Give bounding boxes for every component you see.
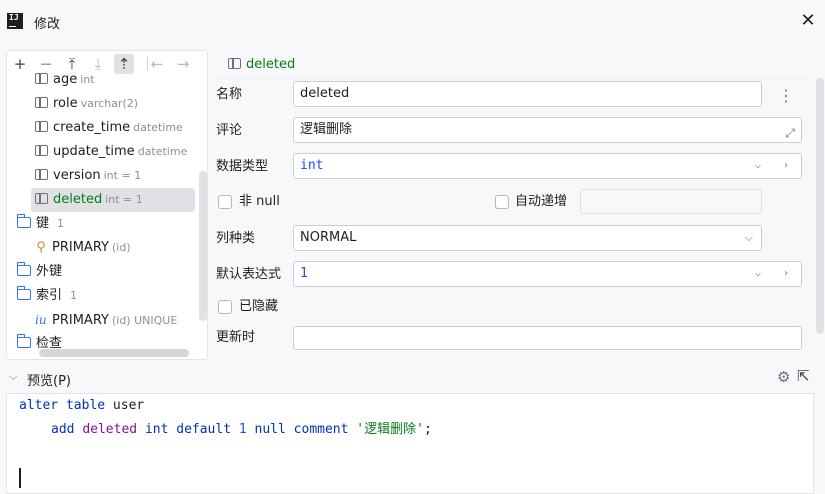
tree-item-column[interactable]: role varchar(2) bbox=[35, 92, 195, 116]
tree-vertical-scrollbar[interactable] bbox=[199, 171, 207, 321]
column-kind-select[interactable]: NORMAL ⌵ bbox=[293, 225, 762, 251]
header-divider bbox=[216, 78, 810, 79]
folder-icon bbox=[16, 334, 31, 348]
app-logo-icon: IJ bbox=[7, 13, 23, 29]
structure-tree-panel: + — ⤒ ⤓ ⇡ ← → age int role varchar(2) crea… bbox=[6, 50, 208, 360]
preview-title[interactable]: 预览(P) bbox=[27, 370, 71, 389]
not-null-label: 非 null bbox=[239, 194, 280, 209]
tree-item-primary-index[interactable]: iu PRIMARY (id) UNIQUE bbox=[35, 308, 177, 332]
window-title: 修改 bbox=[34, 17, 61, 32]
not-null-checkbox[interactable] bbox=[218, 195, 232, 209]
tree-folder-foreign-keys[interactable]: 外键 bbox=[16, 260, 62, 284]
tree-item-column[interactable]: create_time datetime bbox=[35, 116, 195, 140]
column-icon bbox=[35, 121, 48, 132]
column-icon bbox=[35, 97, 48, 108]
tree-folder-keys[interactable]: 键1 bbox=[16, 212, 64, 236]
auto-increment-checkbox[interactable] bbox=[495, 195, 509, 209]
key-icon: ⚲ bbox=[36, 240, 46, 255]
on-update-field[interactable] bbox=[293, 326, 802, 350]
hidden-label: 已隐藏 bbox=[239, 299, 279, 314]
name-field[interactable]: deleted bbox=[293, 81, 762, 107]
sql-preview-editor[interactable]: alter table user add deleted int default… bbox=[6, 393, 814, 494]
comment-label: 评论 bbox=[216, 123, 243, 138]
default-expr-label: 默认表达式 bbox=[216, 267, 282, 282]
on-update-label: 更新时 bbox=[216, 330, 256, 345]
close-button[interactable]: ✕ bbox=[799, 12, 817, 30]
tree-item-column[interactable]: update_time datetime bbox=[35, 140, 195, 164]
tree-item-column[interactable]: age int bbox=[35, 68, 195, 92]
text-caret bbox=[19, 468, 21, 488]
code-line-2: add deleted int default 1 null comment '… bbox=[51, 422, 432, 437]
column-header: deleted bbox=[228, 56, 295, 74]
chevron-down-icon[interactable]: ⌵ bbox=[9, 370, 17, 384]
folder-icon bbox=[16, 286, 31, 300]
index-icon: iu bbox=[35, 313, 47, 327]
more-options-icon[interactable]: ⋮ bbox=[778, 86, 794, 106]
title-bar: IJ 修改 ✕ bbox=[0, 0, 825, 44]
folder-icon bbox=[16, 214, 31, 228]
datatype-combo[interactable]: int ⌵ › bbox=[293, 153, 802, 179]
gear-icon[interactable]: ⚙ bbox=[777, 368, 790, 386]
auto-increment-field bbox=[580, 189, 762, 214]
add-icon[interactable]: + bbox=[10, 54, 30, 74]
code-line-1: alter table user bbox=[19, 398, 145, 413]
default-expr-combo[interactable]: 1 ⌵ › bbox=[293, 261, 802, 287]
open-external-icon[interactable]: ⇱ bbox=[797, 367, 810, 385]
preview-header: ⌵ 预览(P) ⚙ ⇱ bbox=[0, 367, 825, 390]
column-icon bbox=[35, 193, 48, 204]
hidden-checkbox[interactable] bbox=[218, 300, 232, 314]
column-kind-label: 列种类 bbox=[216, 231, 256, 246]
folder-icon bbox=[16, 262, 31, 276]
column-icon bbox=[228, 58, 241, 69]
comment-field[interactable]: 逻辑删除 ⤢ bbox=[293, 117, 802, 143]
tree-item-column-selected[interactable]: deleted int = 1 bbox=[31, 188, 195, 212]
editor-vertical-scrollbar[interactable] bbox=[816, 78, 824, 334]
expand-icon[interactable]: ⤢ bbox=[785, 121, 795, 145]
tree-folder-indexes[interactable]: 索引 1 bbox=[16, 284, 77, 308]
chevron-down-icon: ⌵ bbox=[744, 231, 753, 244]
column-icon bbox=[35, 145, 48, 156]
datatype-label: 数据类型 bbox=[216, 159, 269, 174]
tree-horizontal-scrollbar[interactable] bbox=[39, 349, 189, 357]
column-icon bbox=[35, 73, 48, 84]
tree-item-primary-key[interactable]: ⚲ PRIMARY (id) bbox=[35, 236, 130, 260]
tree-item-column[interactable]: version int = 1 bbox=[35, 164, 195, 188]
auto-increment-label: 自动递增 bbox=[515, 194, 568, 209]
column-icon bbox=[35, 169, 48, 180]
chevron-down-icon[interactable]: ⌵ › bbox=[755, 262, 797, 286]
name-label: 名称 bbox=[216, 87, 243, 102]
chevron-down-icon[interactable]: ⌵ › bbox=[755, 154, 797, 178]
